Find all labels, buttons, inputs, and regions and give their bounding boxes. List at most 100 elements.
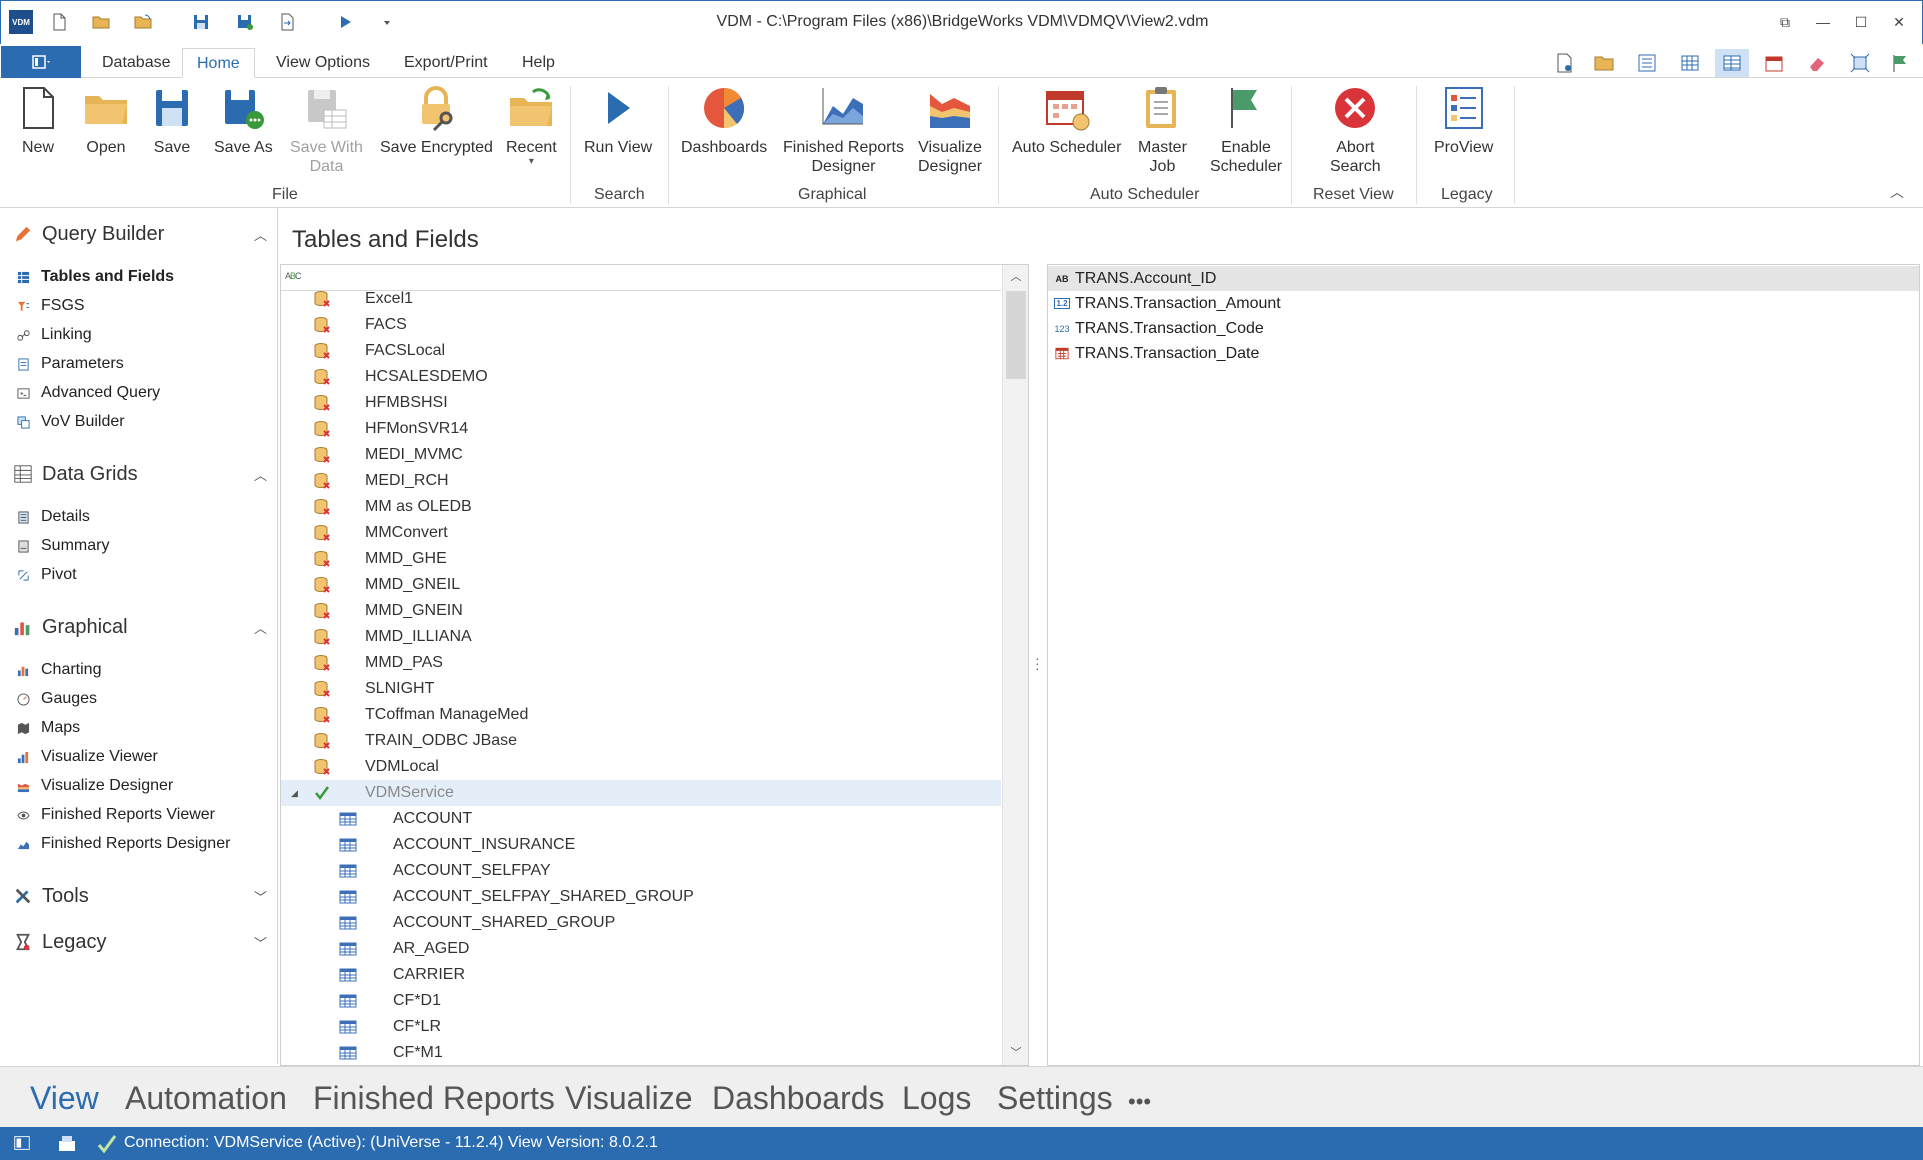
minimize-button[interactable]: —: [1805, 7, 1841, 37]
sidebar-item-parameters[interactable]: Parameters: [16, 352, 266, 376]
tree-row-connection[interactable]: HCSALESDEMO: [281, 364, 1001, 390]
details-grid-icon[interactable]: [1715, 49, 1749, 77]
tab-view-options[interactable]: View Options: [262, 48, 384, 78]
recent-dropdown-icon[interactable]: ▾: [529, 157, 534, 167]
sidebar-item-advanced-query[interactable]: Advanced Query: [16, 381, 266, 405]
nav-logs[interactable]: Logs: [902, 1080, 971, 1117]
tree-row-connection[interactable]: MMD_GNEIN: [281, 598, 1001, 624]
ribbon-display-options-icon[interactable]: ⧉: [1767, 7, 1803, 37]
chevron-down-icon[interactable]: ﹀: [254, 887, 267, 906]
tree-row-connection[interactable]: MEDI_MVMC: [281, 442, 1001, 468]
database-connection-icon[interactable]: [56, 1133, 78, 1155]
sidebar-item-charting[interactable]: Charting: [16, 658, 266, 682]
tree-collapse-icon[interactable]: ◢: [291, 788, 298, 799]
tree-row-table[interactable]: ACCOUNT_SHARED_GROUP: [281, 910, 1001, 936]
sidebar-section-query-builder[interactable]: Query Builder ︿: [12, 219, 267, 249]
sidebar-section-graphical[interactable]: Graphical ︿: [12, 612, 267, 642]
recent-button[interactable]: Recent ▾: [506, 84, 557, 167]
tree-row-table[interactable]: CF*M1: [281, 1040, 1001, 1065]
finished-reports-designer-button[interactable]: Finished Reports Designer: [783, 84, 904, 176]
nav-view[interactable]: View: [30, 1080, 99, 1117]
tree-row-table[interactable]: ACCOUNT_SELFPAY_SHARED_GROUP: [281, 884, 1001, 910]
scheduler-flag-icon[interactable]: [1883, 49, 1917, 77]
tree-row-connection[interactable]: HFMonSVR14: [281, 416, 1001, 442]
save-button[interactable]: Save: [148, 84, 196, 157]
sidebar-item-finished-reports-viewer[interactable]: Finished Reports Viewer: [16, 803, 266, 827]
open-button[interactable]: Open: [82, 84, 130, 157]
tree-row-connection[interactable]: MMConvert: [281, 520, 1001, 546]
nav-settings[interactable]: Settings: [997, 1080, 1113, 1117]
tree-row-active-connection[interactable]: ◢ VDMService: [281, 780, 1001, 806]
tree-row-table[interactable]: ACCOUNT_SELFPAY: [281, 858, 1001, 884]
sidebar-section-tools[interactable]: Tools ﹀: [12, 881, 267, 911]
nav-dashboards[interactable]: Dashboards: [712, 1080, 885, 1117]
tree-row-connection[interactable]: MMD_GHE: [281, 546, 1001, 572]
sidebar-item-maps[interactable]: Maps: [16, 716, 266, 740]
tab-help[interactable]: Help: [508, 48, 569, 78]
sidebar-section-data-grids[interactable]: Data Grids ︿: [12, 459, 267, 489]
tree-row-table[interactable]: CARRIER: [281, 962, 1001, 988]
sidebar-item-pivot[interactable]: Pivot: [16, 563, 266, 587]
save-as-button[interactable]: Save As: [214, 84, 273, 157]
save-with-data-button[interactable]: Save With Data: [290, 84, 363, 176]
sidebar-item-visualize-viewer[interactable]: Visualize Viewer: [16, 745, 266, 769]
sidebar-item-finished-reports-designer[interactable]: Finished Reports Designer: [16, 832, 266, 856]
query-layout-icon[interactable]: [1630, 49, 1664, 77]
sidebar-item-visualize-designer[interactable]: Visualize Designer: [16, 774, 266, 798]
tab-export-print[interactable]: Export/Print: [390, 48, 502, 78]
tree-row-table[interactable]: CF*LR: [281, 1014, 1001, 1040]
run-view-button[interactable]: Run View: [584, 84, 652, 157]
tab-database[interactable]: Database: [88, 48, 185, 78]
dashboards-button[interactable]: Dashboards: [681, 84, 767, 157]
sidebar-item-tables-and-fields[interactable]: Tables and Fields: [16, 265, 266, 289]
sidebar-item-details[interactable]: Details: [16, 505, 266, 529]
sidebar-item-gauges[interactable]: Gauges: [16, 687, 266, 711]
folder-icon[interactable]: [1587, 49, 1621, 77]
tree-row-connection[interactable]: MM as OLEDB: [281, 494, 1001, 520]
calendar-icon[interactable]: [1757, 49, 1791, 77]
field-row[interactable]: 1.2 TRANS.Transaction_Amount: [1048, 291, 1919, 316]
grid-icon[interactable]: [1673, 49, 1707, 77]
nav-finished-reports[interactable]: Finished Reports: [313, 1080, 555, 1117]
save-encrypted-button[interactable]: Save Encrypted: [380, 84, 493, 157]
tree-row-connection[interactable]: MMD_ILLIANA: [281, 624, 1001, 650]
nav-automation[interactable]: Automation: [125, 1080, 287, 1117]
file-menu-button[interactable]: [1, 46, 81, 78]
nav-visualize[interactable]: Visualize: [565, 1080, 692, 1117]
field-row[interactable]: 123 TRANS.Transaction_Code: [1048, 316, 1919, 341]
tree-row-table[interactable]: ACCOUNT_INSURANCE: [281, 832, 1001, 858]
layout-toggle-icon[interactable]: [12, 1133, 34, 1155]
tree-row-connection[interactable]: MEDI_RCH: [281, 468, 1001, 494]
sort-alphabetical-icon[interactable]: ABC: [285, 271, 302, 281]
sidebar-item-vov-builder[interactable]: VoV Builder: [16, 410, 266, 434]
tree-row-table[interactable]: ACCOUNT: [281, 806, 1001, 832]
close-button[interactable]: ✕: [1881, 7, 1917, 37]
fit-screen-icon[interactable]: [1843, 49, 1877, 77]
scrollbar-thumb[interactable]: [1006, 291, 1026, 379]
tree-row-connection[interactable]: Excel1: [281, 286, 1001, 312]
tree-row-connection[interactable]: MMD_PAS: [281, 650, 1001, 676]
maximize-button[interactable]: ☐: [1843, 7, 1879, 37]
chevron-down-icon[interactable]: ﹀: [254, 933, 267, 952]
chevron-up-icon[interactable]: ︿: [254, 618, 267, 637]
chevron-up-icon[interactable]: ︿: [254, 225, 267, 244]
sidebar-section-legacy[interactable]: Legacy ﹀: [12, 927, 267, 957]
visualize-designer-button[interactable]: Visualize Designer: [918, 84, 982, 176]
tree-row-connection[interactable]: FACS: [281, 312, 1001, 338]
tab-home[interactable]: Home: [182, 48, 255, 78]
enable-scheduler-button[interactable]: Enable Scheduler: [1210, 84, 1282, 176]
auto-scheduler-button[interactable]: Auto Scheduler: [1012, 84, 1121, 157]
tree-vertical-scrollbar[interactable]: ︿ ﹀: [1002, 265, 1028, 1065]
new-document-icon[interactable]: [1547, 49, 1581, 77]
proview-button[interactable]: ProView: [1434, 84, 1493, 157]
abort-search-button[interactable]: Abort Search: [1330, 84, 1381, 176]
scroll-down-icon[interactable]: ﹀: [1003, 1043, 1028, 1063]
tree-row-connection[interactable]: HFMBSHSI: [281, 390, 1001, 416]
nav-more-icon[interactable]: •••: [1128, 1089, 1151, 1115]
new-button[interactable]: New: [14, 84, 62, 157]
field-row[interactable]: TRANS.Transaction_Date: [1048, 341, 1919, 366]
sidebar-item-summary[interactable]: Summary: [16, 534, 266, 558]
tree-row-connection[interactable]: VDMLocal: [281, 754, 1001, 780]
tree-row-connection[interactable]: FACSLocal: [281, 338, 1001, 364]
tree-row-table[interactable]: AR_AGED: [281, 936, 1001, 962]
